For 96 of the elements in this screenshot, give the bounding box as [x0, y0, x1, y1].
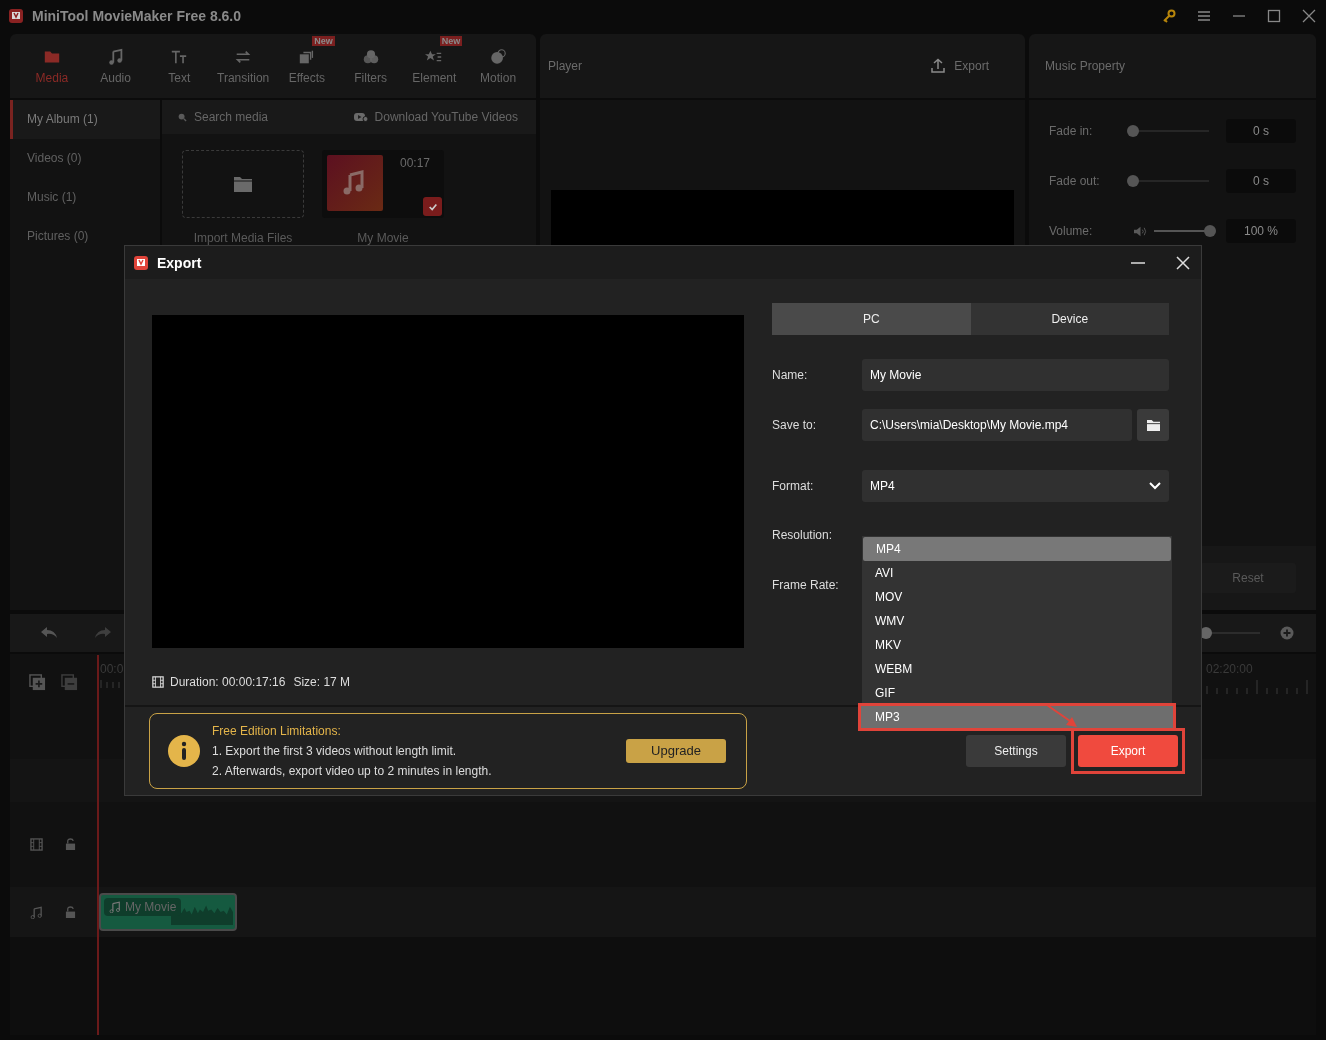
import-tile[interactable]	[182, 150, 304, 218]
dropdown-option[interactable]: WMV	[862, 609, 1172, 633]
path-field[interactable]: C:\Users\mia\Desktop\My Movie.mp4	[862, 409, 1132, 441]
clip-label: My Movie	[104, 898, 182, 916]
lock-icon[interactable]	[65, 905, 76, 919]
panel-title: Player	[548, 59, 582, 73]
tab[interactable]: Device	[970, 303, 1169, 335]
music-note-icon	[30, 905, 43, 919]
music-thumbnail-icon	[327, 155, 383, 211]
toolbar-tab[interactable]: Motion	[466, 47, 530, 85]
slider-thumb[interactable]	[1127, 175, 1139, 187]
film-icon	[152, 676, 164, 688]
field-label: Resolution:	[772, 528, 834, 542]
dropdown-option[interactable]: GIF	[862, 681, 1172, 705]
dropdown-option[interactable]: MKV	[862, 633, 1172, 657]
speaker-icon	[1133, 224, 1148, 238]
field-label: Name:	[772, 368, 809, 382]
dropdown-option[interactable]: MP4	[863, 537, 1171, 561]
window-title: MiniTool MovieMaker Free 8.6.0	[32, 8, 242, 24]
toolbar-tab[interactable]: Audio	[83, 47, 148, 85]
chevron-down-icon	[1149, 482, 1161, 490]
circles-icon	[361, 47, 380, 66]
notice-title: Free Edition Limitations:	[212, 724, 342, 738]
zoom-in-icon[interactable]	[1280, 626, 1294, 640]
arrow-drawing	[1046, 704, 1078, 728]
music-note-icon	[106, 47, 125, 66]
toolbar-tab[interactable]: Transition	[211, 47, 275, 85]
add-track-icon[interactable]	[28, 674, 46, 691]
panel-title: Music Property	[1045, 59, 1126, 73]
value-field[interactable]: 100 %	[1226, 219, 1296, 243]
search-field[interactable]: Search media	[178, 110, 269, 124]
folder-icon	[1145, 418, 1161, 432]
duration-label: 00:17	[399, 156, 430, 170]
info-icon	[168, 735, 200, 767]
redo-icon[interactable]	[94, 626, 112, 640]
upload-icon	[930, 58, 947, 74]
new-badge: New	[312, 35, 335, 46]
maximize-icon[interactable]	[1267, 9, 1281, 23]
value-field[interactable]: 0 s	[1226, 169, 1296, 193]
sidebar-item[interactable]: My Album (1)	[10, 100, 160, 139]
media-tile[interactable]: 00:17	[322, 150, 444, 218]
folder-icon	[233, 175, 253, 193]
dropdown-option[interactable]: WEBM	[862, 657, 1172, 681]
notice-text: 2. Afterwards, export video up to 2 minutes in length.	[212, 764, 493, 778]
app-logo-icon	[133, 254, 149, 271]
property-label: Fade in:	[1049, 124, 1094, 138]
field-label: Format:	[772, 479, 815, 493]
settings-button[interactable]: Settings	[966, 735, 1066, 767]
key-icon[interactable]	[1162, 9, 1176, 23]
close-icon[interactable]	[1302, 9, 1316, 23]
duration-text: Duration: 00:00:17:16	[170, 675, 286, 689]
toolbar-tab[interactable]: Text	[147, 47, 212, 85]
dropdown-option[interactable]: MOV	[862, 585, 1172, 609]
notice-text: 1. Export the first 3 videos without length limit.	[212, 744, 458, 758]
check-icon	[427, 201, 438, 212]
search-icon	[178, 112, 187, 122]
new-badge: New	[439, 35, 463, 46]
dropdown-option[interactable]: MP3	[860, 705, 1174, 729]
toolbar-tab[interactable]: Media	[20, 47, 84, 85]
sidebar-item[interactable]: Pictures (0)	[10, 217, 160, 256]
sphere-icon	[489, 47, 508, 66]
sidebar-item[interactable]: Videos (0)	[10, 139, 160, 178]
property-label: Fade out:	[1049, 174, 1101, 188]
slider-thumb[interactable]	[1204, 225, 1216, 237]
field-label: Frame Rate:	[772, 578, 840, 592]
export-button[interactable]: Export	[1078, 735, 1178, 767]
video-download-icon	[353, 112, 368, 122]
music-note-icon	[109, 901, 121, 913]
browse-button[interactable]	[1137, 409, 1169, 441]
checkbox[interactable]	[423, 197, 442, 216]
toolbar-tab[interactable]: Filters	[338, 47, 403, 85]
size-text: Size: 17 M	[293, 675, 351, 689]
export-button[interactable]: Export	[930, 58, 989, 74]
app-logo-icon	[8, 8, 24, 24]
slider-thumb[interactable]	[1127, 125, 1139, 137]
reset-button[interactable]: Reset	[1200, 563, 1296, 593]
property-label: Volume:	[1049, 224, 1094, 238]
download-link[interactable]: Download YouTube Videos	[353, 110, 518, 124]
tab[interactable]: PC	[772, 303, 971, 335]
lock-icon[interactable]	[65, 838, 76, 851]
dropdown-option[interactable]: AVI	[862, 561, 1172, 585]
ruler-ticks	[100, 678, 120, 688]
undo-icon[interactable]	[40, 626, 58, 640]
remove-track-icon[interactable]	[60, 674, 78, 691]
name-field[interactable]: My Movie	[862, 359, 1169, 391]
film-icon	[30, 838, 43, 851]
field-label: Save to:	[772, 418, 818, 432]
tile-label: Import Media Files	[193, 231, 293, 245]
tile-label: My Movie	[357, 231, 409, 245]
upgrade-button[interactable]: Upgrade	[626, 739, 726, 763]
value-field[interactable]: 0 s	[1226, 119, 1296, 143]
menu-icon[interactable]	[1197, 9, 1211, 23]
sidebar-item[interactable]: Music (1)	[10, 178, 160, 217]
audio-clip[interactable]: My Movie	[99, 893, 237, 931]
dialog-title: Export	[157, 254, 202, 271]
format-dropdown[interactable]: MP4	[862, 470, 1169, 502]
